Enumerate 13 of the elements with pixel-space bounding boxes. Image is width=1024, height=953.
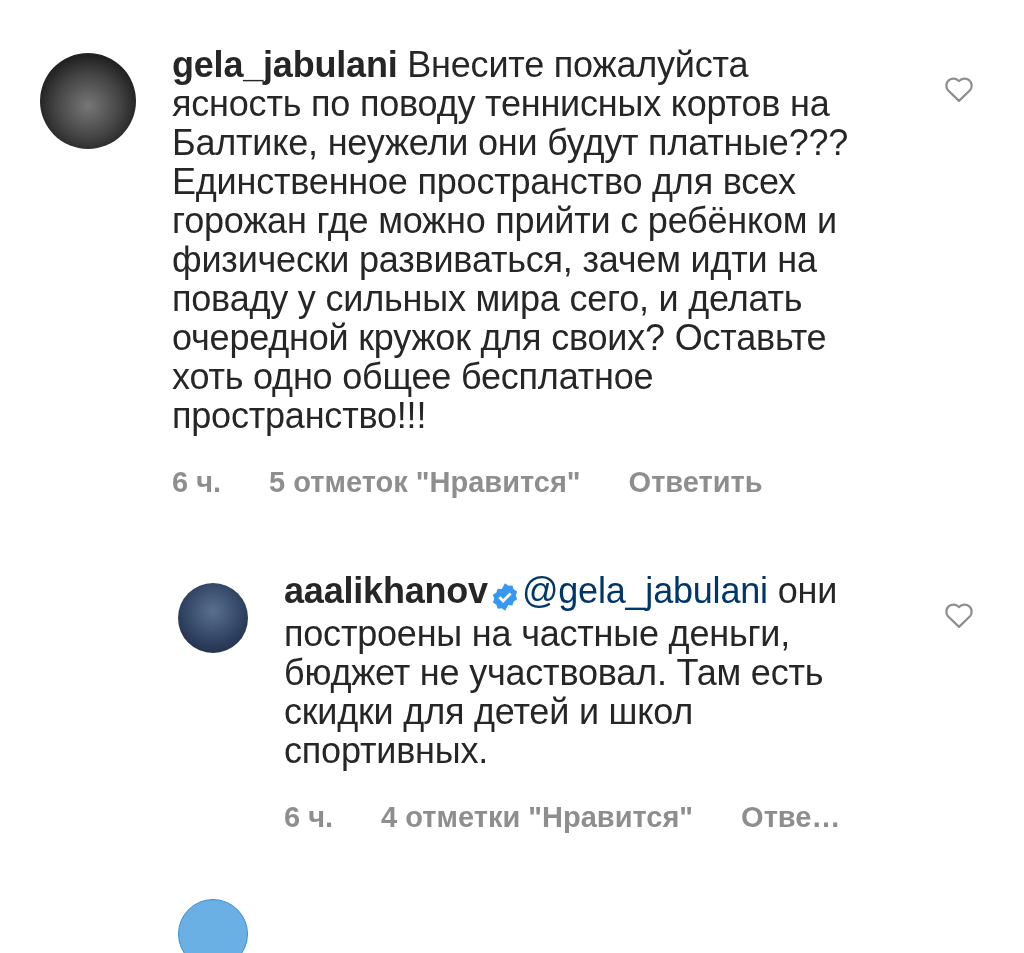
heart-icon[interactable] xyxy=(944,75,974,103)
reply-link[interactable]: Ответить xyxy=(628,461,763,505)
comment-text: aaalikhanov @gela_jabulani они построены на частные деньги, бюджет не участвовал. Там есть скидки для детей и школ спортивных. xyxy=(284,570,839,770)
comment-text: gela_jabulani Внесите пожалуйста ясность по поводу теннисных кортов на Балтике, неужели они будут платные??? Единственное пространство для всех горожан где можно прийти с ребёнком и физически развиваться, зачем идти на поваду у сильных мира сего, и делать очередной кружок для своих? Оставьте хоть одно общее бесплатное пространство!!! xyxy=(172,45,850,435)
username-link[interactable]: aaalikhanov xyxy=(284,569,488,611)
likes-count[interactable]: 4 отметки "Нравится" xyxy=(381,795,694,839)
likes-count[interactable]: 5 отметок "Нравится" xyxy=(269,461,581,505)
heart-icon[interactable] xyxy=(944,600,974,629)
comment-time: 6 ч. xyxy=(284,799,334,835)
comment-time: 6 ч. xyxy=(172,465,222,500)
mention-link[interactable]: @gela_jabulani xyxy=(521,569,768,611)
username-link[interactable]: gela_jabulani xyxy=(172,44,398,85)
reply-link[interactable]: Отве… xyxy=(741,795,841,839)
